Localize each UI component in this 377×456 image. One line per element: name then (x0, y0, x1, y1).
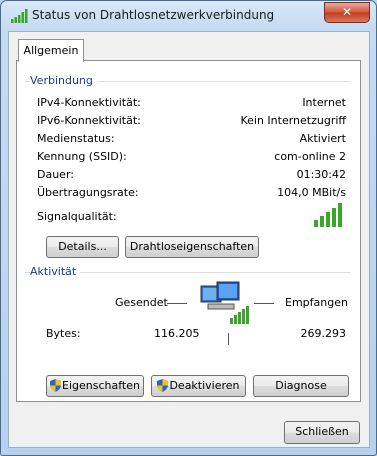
bytes-received-value: 269.293 (300, 327, 347, 340)
ipv6-value: Kein Internetzugriff (240, 114, 346, 127)
close-dialog-button[interactable]: Schließen (284, 421, 360, 444)
network-computers-icon (200, 281, 249, 324)
bytes-sent-value: 116.205 (154, 327, 200, 340)
dialog-body: Allgemein Verbindung IPv4-Konnektivität:… (8, 31, 370, 448)
deactivate-button-label: Deaktivieren (169, 379, 240, 392)
uac-shield-icon (157, 379, 169, 392)
speed-label: Übertragungsrate: (37, 186, 139, 199)
sent-line (167, 303, 187, 304)
duration-label: Dauer: (37, 168, 74, 181)
window-close-button[interactable]: ✕ (324, 2, 370, 23)
details-button[interactable]: Details... (46, 236, 119, 258)
dialog-window: Status von Drahtlosnetzwerkverbindung ✕ … (0, 0, 377, 456)
uac-shield-icon (50, 379, 62, 392)
media-status-value: Aktiviert (299, 132, 346, 145)
bytes-label: Bytes: (46, 327, 81, 340)
ssid-value: com-online 2 (274, 150, 346, 163)
ipv4-value: Internet (302, 96, 346, 109)
diagnose-button[interactable]: Diagnose (253, 375, 349, 397)
window-title: Status von Drahtlosnetzwerkverbindung (32, 8, 275, 22)
speed-value: 104,0 MBit/s (277, 186, 346, 199)
connection-group-label: Verbindung (30, 74, 97, 87)
properties-button-label: Eigenschaften (62, 379, 140, 392)
ipv4-label: IPv4-Konnektivität: (37, 96, 141, 109)
properties-button[interactable]: Eigenschaften (46, 375, 144, 397)
duration-value: 01:30:42 (296, 168, 346, 181)
wireless-properties-button[interactable]: Drahtloseigenschaften (125, 236, 259, 258)
activity-group-label: Aktivität (30, 265, 81, 278)
ssid-label: Kennung (SSID): (37, 150, 127, 163)
signal-quality-label: Signalqualität: (37, 210, 117, 223)
wireless-signal-icon (11, 9, 28, 23)
tab-panel-general: Verbindung IPv4-Konnektivität: Internet … (16, 60, 361, 402)
ipv6-label: IPv6-Konnektivität: (37, 114, 141, 127)
media-status-label: Medienstatus: (37, 132, 115, 145)
tab-general[interactable]: Allgemein (18, 39, 84, 62)
received-label: Empfangen (285, 296, 348, 309)
title-bar[interactable]: Status von Drahtlosnetzwerkverbindung ✕ (1, 1, 376, 31)
sent-label: Gesendet (115, 296, 168, 309)
bytes-separator (228, 333, 229, 345)
received-line (254, 303, 274, 304)
signal-strength-icon (314, 203, 342, 227)
deactivate-button[interactable]: Deaktivieren (151, 375, 246, 397)
